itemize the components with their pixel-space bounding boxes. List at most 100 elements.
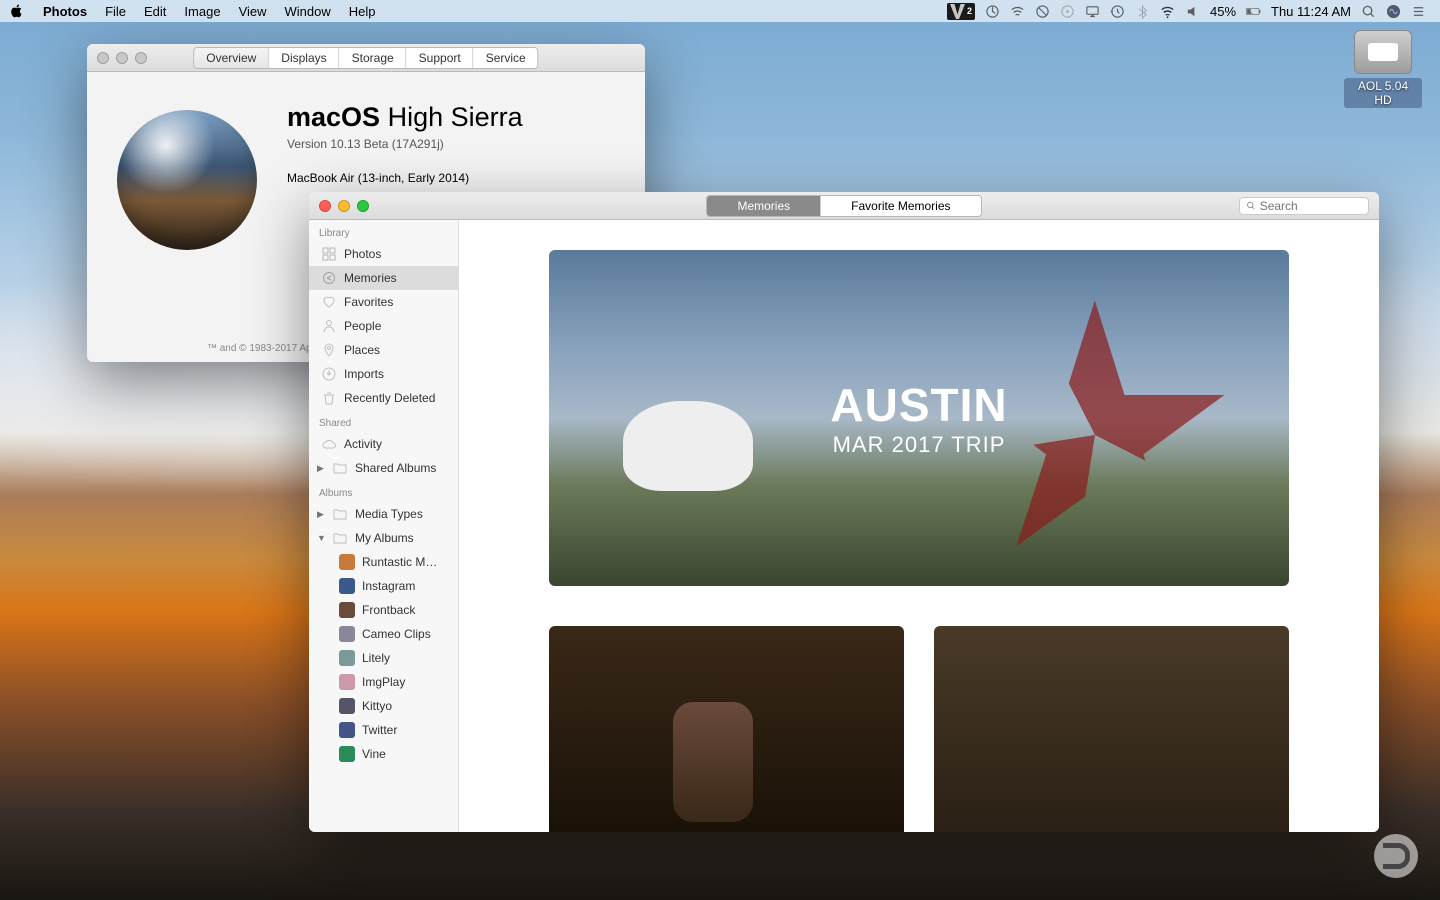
macos-logo-icon [117,110,257,250]
zoom-button[interactable] [357,200,369,212]
wifi-secondary-icon[interactable] [1010,4,1025,19]
sidebar-item-people[interactable]: People [309,314,458,338]
chevron-down-icon: ▼ [317,533,325,543]
about-tab-support[interactable]: Support [407,48,474,68]
about-tab-storage[interactable]: Storage [340,48,407,68]
album-thumb-icon [339,554,355,570]
download-icon [321,366,337,382]
sidebar-item-media-types[interactable]: ▶Media Types [309,502,458,526]
chevron-right-icon: ▶ [317,509,325,520]
spotlight-icon[interactable] [1361,4,1376,19]
album-label: Vine [362,747,386,761]
volume-icon[interactable] [1185,4,1200,19]
cloud-icon [321,436,337,452]
search-input[interactable] [1260,199,1362,213]
memory-subtitle: MAR 2017 TRIP [833,432,1006,458]
disk-icon [1354,30,1412,74]
sidebar-item-my-albums[interactable]: ▼My Albums [309,526,458,550]
sidebar-album-item[interactable]: ImgPlay [309,670,458,694]
menu-view[interactable]: View [230,4,276,19]
sidebar-album-item[interactable]: Litely [309,646,458,670]
menu-window[interactable]: Window [276,4,340,19]
sidebar-album-item[interactable]: Cameo Clips [309,622,458,646]
album-label: Frontback [362,603,415,617]
album-thumb-icon [339,650,355,666]
minimize-button[interactable] [116,52,128,64]
airplay-icon[interactable] [1085,4,1100,19]
photos-window: Memories Favorite Memories Library Photo… [309,192,1379,832]
folder-icon [332,530,348,546]
sidebar-item-shared-albums[interactable]: ▶Shared Albums [309,456,458,480]
album-label: Instagram [362,579,415,593]
about-tab-service[interactable]: Service [474,48,538,68]
album-thumb-icon [339,602,355,618]
minimize-button[interactable] [338,200,350,212]
sidebar-item-places[interactable]: Places [309,338,458,362]
sidebar-album-item[interactable]: Frontback [309,598,458,622]
location-icon[interactable] [1060,4,1075,19]
time-machine-icon[interactable] [1110,4,1125,19]
about-titlebar[interactable]: Overview Displays Storage Support Servic… [87,44,645,72]
sidebar-section-shared: Shared [309,410,458,432]
os-name: macOS High Sierra [287,102,523,133]
sidebar-item-imports[interactable]: Imports [309,362,458,386]
bluetooth-icon[interactable] [1135,4,1150,19]
battery-percent: 45% [1210,4,1236,19]
memory-card-san-francisco[interactable]: SAN FRANCISCO [934,626,1289,832]
tab-memories[interactable]: Memories [707,196,821,216]
close-button[interactable] [319,200,331,212]
menubar-clock[interactable]: Thu 11:24 AM [1271,4,1351,19]
about-tab-displays[interactable]: Displays [269,48,339,68]
siri-icon[interactable] [1386,4,1401,19]
album-label: Litely [362,651,390,665]
menu-edit[interactable]: Edit [135,4,175,19]
close-button[interactable] [97,52,109,64]
sidebar-album-item[interactable]: Kittyo [309,694,458,718]
album-label: ImgPlay [362,675,405,689]
sidebar-item-recently-deleted[interactable]: Recently Deleted [309,386,458,410]
folder-icon [332,506,348,522]
sidebar-item-favorites[interactable]: Favorites [309,290,458,314]
sidebar-item-memories[interactable]: Memories [309,266,458,290]
notification-center-icon[interactable] [1411,4,1426,19]
photos-main[interactable]: AUSTIN MAR 2017 TRIP ON THIS DAY SAN FRA… [459,220,1379,832]
sidebar-album-item[interactable]: Vine [309,742,458,766]
search-field[interactable] [1239,197,1369,215]
pin-icon [321,342,337,358]
wifi-icon[interactable] [1160,4,1175,19]
menu-help[interactable]: Help [340,4,385,19]
mac-model: MacBook Air (13-inch, Early 2014) [287,171,523,185]
album-thumb-icon [339,722,355,738]
heart-icon [321,294,337,310]
menu-file[interactable]: File [96,4,135,19]
photos-view-tabs: Memories Favorite Memories [706,195,981,217]
sidebar-item-activity[interactable]: Activity [309,432,458,456]
memory-card-on-this-day[interactable]: ON THIS DAY [549,626,904,832]
do-not-disturb-icon[interactable] [1035,4,1050,19]
trash-icon [321,390,337,406]
about-tab-overview[interactable]: Overview [194,48,269,68]
memory-card-austin[interactable]: AUSTIN MAR 2017 TRIP [549,250,1289,586]
memory-title: AUSTIN [830,378,1007,432]
apple-menu-icon[interactable] [10,4,24,18]
sidebar-album-item[interactable]: Instagram [309,574,458,598]
album-label: Cameo Clips [362,627,431,641]
sidebar-album-item[interactable]: Runtastic M… [309,550,458,574]
tab-favorite-memories[interactable]: Favorite Memories [821,196,980,216]
adobe-cc-icon[interactable]: 2 [947,3,975,20]
os-version: Version 10.13 Beta (17A291j) [287,137,523,151]
search-icon [1246,200,1256,211]
battery-icon[interactable] [1246,4,1261,19]
app-menu-name[interactable]: Photos [34,4,96,19]
app-status-icon[interactable] [985,4,1000,19]
album-thumb-icon [339,674,355,690]
folder-icon [332,460,348,476]
menu-image[interactable]: Image [175,4,229,19]
about-tab-segment: Overview Displays Storage Support Servic… [193,47,538,69]
sidebar-album-item[interactable]: Twitter [309,718,458,742]
photos-titlebar[interactable]: Memories Favorite Memories [309,192,1379,220]
memories-icon [321,270,337,286]
sidebar-item-photos[interactable]: Photos [309,242,458,266]
zoom-button[interactable] [135,52,147,64]
desktop-disk[interactable]: AOL 5.04 HD [1344,30,1422,109]
